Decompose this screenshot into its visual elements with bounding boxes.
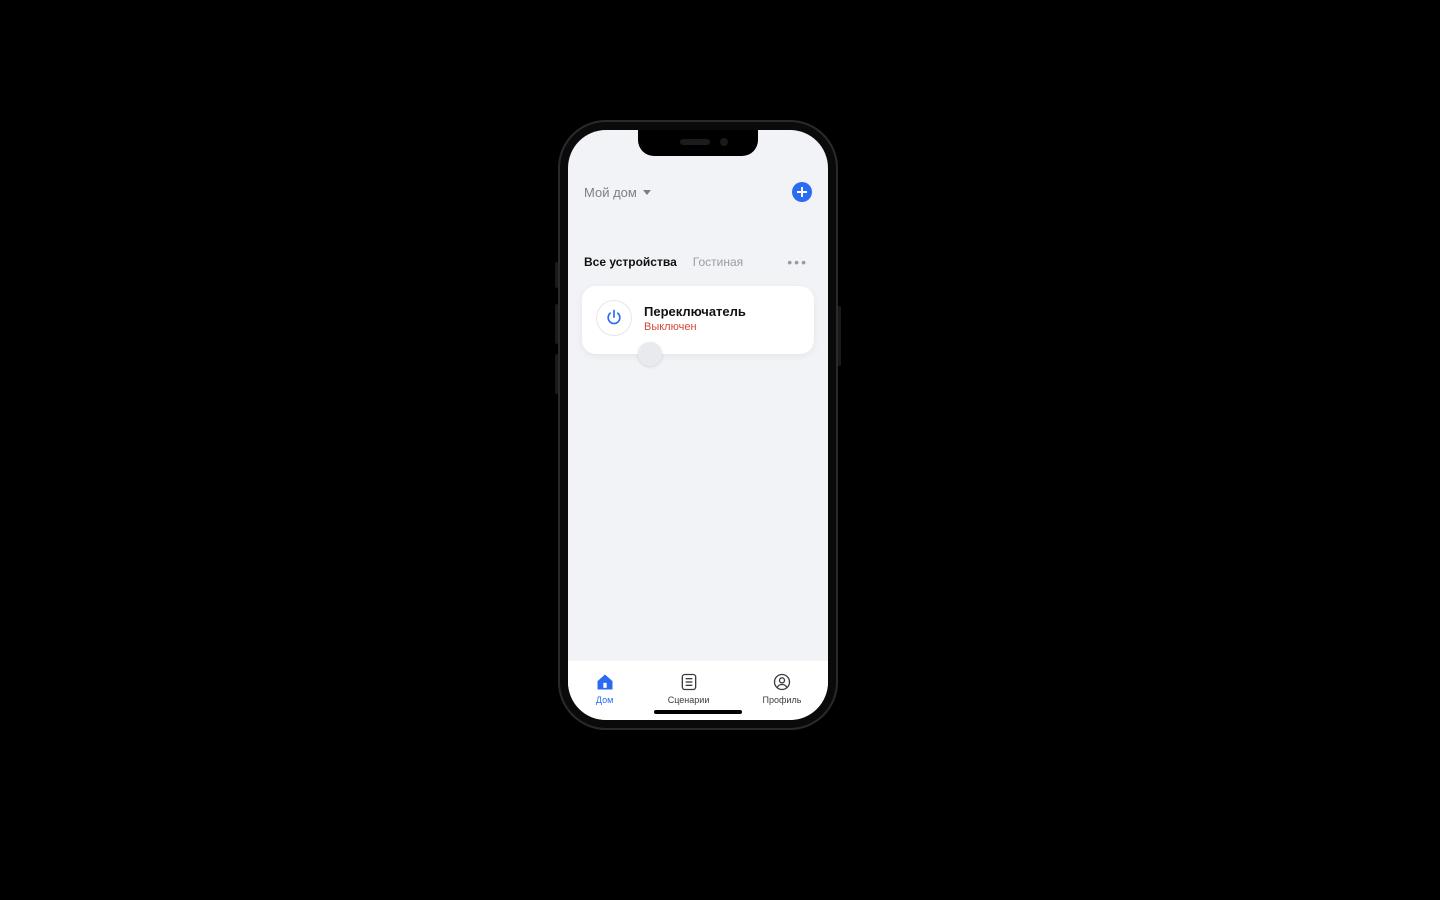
phone-side-button [555,354,558,394]
tab-all-devices[interactable]: Все устройства [584,255,677,269]
stage: Мой дом Все устройства Гостиная ••• [0,0,1440,900]
list-icon [679,672,699,692]
house-label: Мой дом [584,185,637,200]
device-title: Переключатель [644,304,746,319]
device-toggle[interactable] [638,342,662,366]
house-selector[interactable]: Мой дом [584,185,651,200]
power-icon [604,308,624,328]
phone-side-button [555,304,558,344]
home-icon [595,672,615,692]
home-indicator [654,710,742,714]
device-status: Выключен [644,321,746,333]
phone-screen: Мой дом Все устройства Гостиная ••• [568,130,828,720]
header: Мой дом [568,130,828,208]
tabbar-label-scenarios: Сценарии [668,695,710,705]
tabs-more-button[interactable]: ••• [787,254,808,270]
device-card[interactable]: Переключатель Выключен [582,286,814,354]
phone-mock: Мой дом Все устройства Гостиная ••• [558,120,838,730]
phone-side-button [838,306,841,366]
app-root: Мой дом Все устройства Гостиная ••• [568,130,828,720]
room-tabs: Все устройства Гостиная ••• [568,208,828,278]
device-text: Переключатель Выключен [644,304,746,333]
tabbar-item-home[interactable]: Дом [595,672,615,705]
phone-side-button [555,262,558,288]
tabbar-label-home: Дом [596,695,613,705]
tab-room-1[interactable]: Гостиная [693,255,743,269]
device-icon-wrap [596,300,632,336]
tabbar-item-profile[interactable]: Профиль [763,672,802,705]
content-area: Переключатель Выключен [568,278,828,660]
tabbar-label-profile: Профиль [763,695,802,705]
tabbar-item-scenarios[interactable]: Сценарии [668,672,710,705]
add-button[interactable] [792,182,812,202]
ellipsis-icon: ••• [787,254,808,270]
profile-icon [772,672,792,692]
caret-down-icon [643,190,651,195]
